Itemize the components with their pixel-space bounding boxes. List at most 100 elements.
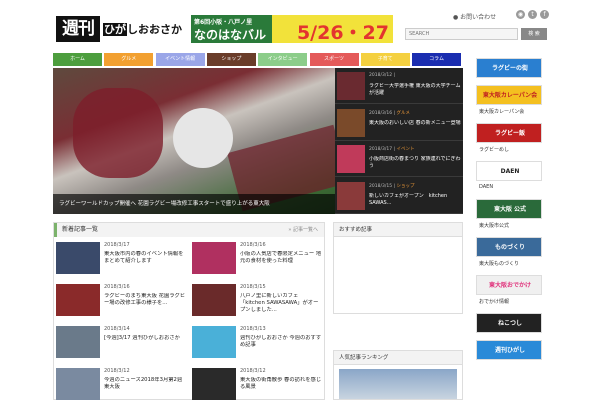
hero-caption[interactable]: ラグビーワールドカップ開催へ 花園ラグビー場改修工事スタートで盛り上がる東大阪 xyxy=(53,194,335,214)
article-date: 2018/3/16 xyxy=(104,284,130,290)
sidebar-banner-label[interactable]: 東大阪カレーパン会 xyxy=(479,108,524,115)
hero-list-title: 新しいカフェがオープン kitchen SAWAS... xyxy=(369,192,448,206)
site-header: 週刊 ひがしおおさか 第6回小阪・八戸ノ里 なのはなバル 5/26・27 ● お… xyxy=(0,0,600,52)
sidebar-banner[interactable]: 週刊ひがし xyxy=(476,340,542,360)
search-form: 検 索 xyxy=(405,28,547,40)
article-item[interactable]: 2018/3/13 週刊ひがしおおさか 今週のおすすめ記事 xyxy=(190,326,324,364)
social-links: ◉ t f xyxy=(516,10,552,20)
event-banner[interactable]: 第6回小阪・八戸ノ里 なのはなバル 5/26・27 xyxy=(191,15,393,43)
twitter-icon[interactable]: t xyxy=(528,10,537,19)
article-title: 東大阪の街角散歩 春の訪れを感じる風景 xyxy=(240,377,322,390)
right-sidebar: ラグビーの街 東大阪カレーパン会 東大阪カレーパン会 ラグビー飯 ラグビーめし DAEN D… xyxy=(476,58,544,400)
hero-list-item[interactable]: 2018/3/12 | ラグビー大学選手権 東大阪の大学チームが活躍 xyxy=(335,68,463,104)
article-thumb xyxy=(192,242,236,274)
article-thumb xyxy=(192,284,236,316)
sidebar-banner[interactable]: 東大阪 公式 xyxy=(476,199,542,219)
article-date: 2018/3/15 xyxy=(240,284,266,290)
article-title: 東大阪市内の春のイベント情報をまとめて紹介します xyxy=(104,251,184,264)
article-thumb xyxy=(56,368,100,400)
hero-list-item[interactable]: 2018/3/15 | ショップ新しいカフェがオープン kitchen SAWA… xyxy=(335,178,463,214)
sidebar-banner[interactable]: 東大阪カレーパン会 xyxy=(476,85,542,105)
article-thumb xyxy=(56,242,100,274)
article-thumb xyxy=(192,326,236,358)
rss-icon[interactable]: ◉ xyxy=(516,10,525,19)
logo-kana: ひがしおおさか xyxy=(103,23,182,36)
facebook-icon[interactable]: f xyxy=(540,10,549,19)
sidebar-banner-label[interactable]: 東大阪ものづくり xyxy=(479,260,519,267)
new-articles-section: 新着記事一覧 » 記事一覧へ 2018/3/17 東大阪市内の春のイベント情報をま… xyxy=(53,222,325,400)
nav-tab-4[interactable]: インタビュー xyxy=(258,53,308,66)
sidebar-banner-label[interactable]: おでかけ情報 xyxy=(479,298,509,305)
search-button[interactable]: 検 索 xyxy=(521,28,547,40)
sidebar-banner[interactable]: ねこつし xyxy=(476,313,542,333)
logo-kanji: 週刊 xyxy=(56,16,100,42)
sidebar-banner-text: ものづくり xyxy=(494,244,525,251)
hero-list-thumb xyxy=(337,108,365,137)
nav-tab-3[interactable]: ショップ xyxy=(206,53,256,66)
hero-list-date: 2018/3/12 | xyxy=(369,73,396,78)
sidebar-banner-label[interactable]: ラグビーめし xyxy=(479,146,509,153)
article-item[interactable]: 2018/3/14 [今週]3/17 週刊ひがしおおさか xyxy=(54,326,188,364)
top-links: ● お問い合わせ xyxy=(453,12,506,21)
hero-list-date: 2018/3/15 | ショップ xyxy=(369,183,415,189)
hero-list-item[interactable]: 2018/3/17 | イベント小阪商店街の春まつり 家族連れでにぎわう xyxy=(335,141,463,177)
nav-tab-2[interactable]: イベント情報 xyxy=(155,53,205,66)
ranking-image[interactable] xyxy=(339,369,457,399)
hero-list-thumb xyxy=(337,181,365,210)
sidebar-banner-text: ねこつし xyxy=(497,320,522,327)
sidebar-banner[interactable]: 東大阪おでかけ xyxy=(476,275,542,295)
article-item[interactable]: 2018/3/16 ラグビーのまち東大阪 花園ラグビー場の改修工事の様子を... xyxy=(54,284,188,322)
nav-tab-6[interactable]: 子育て xyxy=(360,53,410,66)
sidebar-banner-label[interactable]: DAEN xyxy=(479,184,493,190)
new-articles-more-link[interactable]: » 記事一覧へ xyxy=(288,223,318,237)
sidebar-banner[interactable]: ものづくり xyxy=(476,237,542,257)
nav-tab-1[interactable]: グルメ xyxy=(104,53,154,66)
new-articles-header: 新着記事一覧 » 記事一覧へ xyxy=(54,223,324,237)
nav-tab-0[interactable]: ホーム xyxy=(53,53,102,66)
hero-list-date: 2018/3/17 | イベント xyxy=(369,147,415,152)
hero-list-title: 小阪商店街の春まつり 家族連れでにぎわう xyxy=(369,156,461,169)
hero-list-title: ラグビー大学選手権 東大阪の大学チームが活躍 xyxy=(369,83,461,96)
article-item[interactable]: 2018/3/17 東大阪市内の春のイベント情報をまとめて紹介します xyxy=(54,242,188,280)
sidebar-banner-label[interactable]: 東大阪市公式 xyxy=(479,222,509,229)
banner-title: なのはなバル xyxy=(194,28,267,42)
recommended-box: おすすめ記事 xyxy=(333,222,463,314)
sidebar-banner-text: 東大阪 公式 xyxy=(493,206,527,213)
sidebar-banner[interactable]: ラグビー飯 xyxy=(476,123,542,143)
hero-list-thumb xyxy=(337,72,365,100)
article-date: 2018/3/14 xyxy=(104,326,130,332)
article-thumb xyxy=(56,326,100,358)
site-logo[interactable]: 週刊 ひがしおおさか xyxy=(56,16,186,42)
article-date: 2018/3/12 xyxy=(104,368,130,374)
hero-list-item[interactable]: 2018/3/16 | グルメ 東大阪のおいしい店 春の新メニュー登場 xyxy=(335,105,463,141)
banner-date: 5/26・27 xyxy=(296,22,389,43)
article-title: 八戸ノ里に新しいカフェ「kitchen SAWASAWA」がオープンしました..… xyxy=(240,293,319,313)
hero-image-helmet xyxy=(173,108,233,168)
hero-list-date: 2018/3/16 | グルメ xyxy=(369,110,410,116)
sidebar-banner-text: 東大阪カレーパン会 xyxy=(482,92,538,99)
article-date: 2018/3/13 xyxy=(240,326,266,332)
article-date: 2018/3/17 xyxy=(104,242,130,248)
sidebar-banner-text: DAEN xyxy=(500,168,520,175)
article-thumb xyxy=(56,284,100,316)
article-title: 週刊ひがしおおさか 今週のおすすめ記事 xyxy=(240,335,322,348)
hero-list-thumb xyxy=(337,145,365,173)
nav-tab-5[interactable]: スポーツ xyxy=(309,53,359,66)
ranking-title: 人気記事ランキング xyxy=(334,351,462,365)
sidebar-banner[interactable]: DAEN xyxy=(476,161,542,181)
article-date: 2018/3/16 xyxy=(240,242,266,248)
nav-tab-7[interactable]: コラム xyxy=(412,53,462,66)
sidebar-banner-text: 東大阪おでかけ xyxy=(488,282,531,289)
article-title: 小阪の人気店で春限定メニュー 地元の食材を使った料理 xyxy=(240,251,322,264)
contact-link[interactable]: ● お問い合わせ xyxy=(453,14,501,21)
recommended-title: おすすめ記事 xyxy=(334,223,462,237)
hero-slider[interactable]: ラグビーワールドカップ開催へ 花園ラグビー場改修工事スタートで盛り上がる東大阪 xyxy=(53,68,335,214)
sidebar-banner[interactable]: ラグビーの街 xyxy=(476,58,542,78)
ranking-box: 人気記事ランキング xyxy=(333,350,463,400)
sidebar-banner-text: ラグビーの街 xyxy=(491,65,528,72)
article-item[interactable]: 2018/3/12 今週のニュース2018年3月第2週 東大阪 xyxy=(54,368,188,400)
article-item[interactable]: 2018/3/16 小阪の人気店で春限定メニュー 地元の食材を使った料理 xyxy=(190,242,324,280)
article-item[interactable]: 2018/3/15 八戸ノ里に新しいカフェ「kitchen SAWASAWA」がオ… xyxy=(190,284,324,322)
search-input[interactable] xyxy=(405,28,518,40)
article-item[interactable]: 2018/3/12 東大阪の街角散歩 春の訪れを感じる風景 xyxy=(190,368,324,400)
